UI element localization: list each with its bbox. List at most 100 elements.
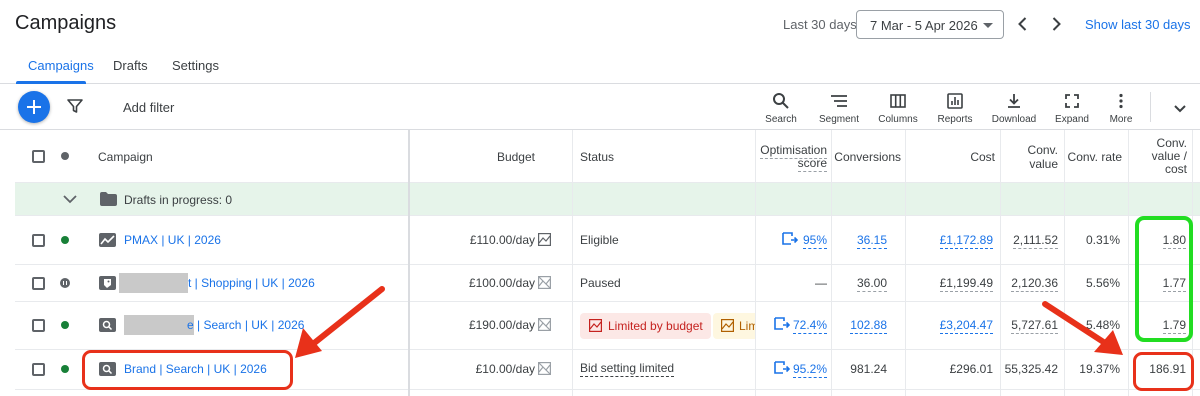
reports-icon — [947, 93, 963, 109]
budget-value: £190.00/day — [468, 318, 535, 332]
column-divider — [905, 130, 906, 396]
col-header-cvc-line2: value / — [1151, 149, 1187, 163]
column-divider — [572, 130, 573, 396]
add-campaign-button[interactable] — [18, 91, 50, 123]
row-checkbox[interactable] — [32, 234, 45, 247]
row-checkbox[interactable] — [32, 277, 45, 290]
page-title: Campaigns — [15, 12, 117, 34]
table-row: e | Search | UK | 2026 £190.00/day Limit… — [15, 302, 1200, 350]
budget-chart-icon[interactable] — [538, 233, 551, 246]
row-checkbox[interactable] — [32, 363, 45, 376]
limited-secondary-label: Lim — [739, 319, 756, 333]
status-dot-enabled — [61, 365, 69, 373]
tool-label: More — [1109, 114, 1133, 125]
add-filter-button[interactable]: Add filter — [123, 100, 174, 115]
tool-label: Segment — [818, 114, 860, 125]
tab-drafts[interactable]: Drafts — [113, 58, 148, 73]
col-header-budget[interactable]: Budget — [455, 150, 535, 164]
expand-icon — [1065, 94, 1079, 108]
pmax-icon — [99, 233, 116, 247]
folder-icon — [100, 192, 117, 206]
conv-value-text: 5,727.61 — [1011, 318, 1058, 334]
date-range-select[interactable]: 7 Mar - 5 Apr 2026 — [856, 10, 1004, 39]
optimisation-score[interactable]: 95% — [785, 233, 827, 249]
row-checkbox[interactable] — [32, 319, 45, 332]
tab-settings[interactable]: Settings — [172, 58, 219, 73]
red-highlight-box-campaign — [82, 350, 293, 390]
cost-value-text: £3,204.47 — [939, 318, 993, 334]
dropdown-caret-icon — [983, 23, 993, 28]
toolbar: Add filter Search Segment Columns Report… — [0, 84, 1200, 130]
col-header-conv-rate[interactable]: Conv. rate — [1065, 150, 1122, 164]
budget-value: £10.00/day — [475, 362, 535, 376]
column-divider — [1000, 130, 1001, 396]
status-dot-enabled — [61, 236, 69, 244]
table-header-row: Campaign Budget Status Optimisation scor… — [15, 130, 1200, 183]
limited-by-budget-badge[interactable]: Limited by budget — [580, 313, 711, 339]
tool-more[interactable]: More — [1091, 90, 1151, 126]
conversions-value-text: 102.88 — [850, 318, 887, 334]
status-dot-enabled — [61, 321, 69, 329]
chevron-down-icon[interactable] — [1172, 100, 1188, 116]
drafts-row[interactable]: Drafts in progress: 0 — [15, 183, 1200, 216]
campaign-name-link[interactable]: PMAX | UK | 2026 — [124, 233, 221, 247]
col-header-cvc-line1: Conv. — [1156, 136, 1187, 150]
cost-value-text: £1,172.89 — [939, 233, 993, 249]
table-row: t | Shopping | UK | 2026 £100.00/day Pau… — [15, 265, 1200, 302]
column-divider — [831, 130, 832, 396]
status-text: Eligible — [580, 233, 619, 247]
chevron-left-icon[interactable] — [1013, 14, 1033, 34]
status-dot-header — [61, 152, 69, 160]
tool-label: Columns — [878, 114, 918, 125]
status-text-value: Bid setting limited — [580, 361, 675, 377]
tool-search[interactable]: Search — [751, 90, 811, 126]
optimisation-score[interactable]: 72.4% — [785, 318, 827, 334]
optimisation-score-value: 72.4% — [792, 318, 827, 334]
col-header-cost[interactable]: Cost — [935, 150, 995, 164]
optimisation-score-value: 95% — [802, 233, 827, 249]
budget-chart-icon — [589, 319, 602, 332]
redacted-name — [119, 273, 188, 293]
columns-icon — [890, 94, 906, 108]
budget-chart-icon — [721, 319, 734, 332]
conversions-value[interactable]: 36.15 — [831, 233, 887, 249]
cost-value[interactable]: £1,172.89 — [915, 233, 993, 249]
tool-download[interactable]: Download — [984, 90, 1044, 126]
tool-segment[interactable]: Segment — [809, 90, 869, 126]
select-all-checkbox[interactable] — [32, 150, 45, 163]
table-row-partial — [15, 390, 1200, 396]
tool-columns[interactable]: Columns — [868, 90, 928, 126]
tab-campaigns[interactable]: Campaigns — [28, 58, 94, 73]
budget-chart-disabled-icon — [538, 276, 551, 289]
col-header-status[interactable]: Status — [580, 150, 614, 164]
col-header-campaign[interactable]: Campaign — [98, 150, 153, 164]
col-header-conversions[interactable]: Conversions — [831, 150, 901, 164]
chevron-down-icon[interactable] — [63, 194, 77, 204]
chevron-right-icon[interactable] — [1046, 14, 1066, 34]
column-divider — [1064, 130, 1065, 396]
campaign-name-link[interactable]: t | Shopping | UK | 2026 — [188, 276, 315, 290]
conv-value-text: 2,111.52 — [1013, 233, 1058, 249]
status-text[interactable]: Bid setting limited — [580, 361, 675, 377]
conversions-value[interactable]: 102.88 — [831, 318, 887, 334]
campaign-name-link[interactable]: e | Search | UK | 2026 — [187, 318, 304, 332]
show-last-30-days-link[interactable]: Show last 30 days — [1085, 17, 1191, 32]
green-highlight-box — [1135, 216, 1193, 342]
tool-reports[interactable]: Reports — [925, 90, 985, 126]
col-header-optimisation-line2: score — [797, 156, 827, 172]
col-header-conv-value[interactable]: Conv. value — [1008, 143, 1058, 171]
cost-value[interactable]: £3,204.47 — [915, 318, 993, 334]
budget-value: £110.00/day — [469, 233, 535, 247]
download-icon — [1008, 94, 1020, 108]
col-header-optimisation-score[interactable]: Optimisation score — [745, 143, 827, 172]
col-header-cvc-line3: cost — [1164, 162, 1187, 176]
column-divider — [1128, 130, 1129, 396]
optimisation-score[interactable]: 95.2% — [785, 362, 827, 378]
conv-rate: 5.56% — [1085, 276, 1120, 290]
limited-secondary-badge[interactable]: Lim — [713, 313, 756, 339]
filter-icon[interactable] — [66, 97, 84, 115]
col-header-conv-value-cost[interactable]: Conv. value / cost — [1133, 137, 1187, 176]
search-campaign-icon — [99, 318, 116, 332]
optimisation-score-value: 95.2% — [792, 362, 827, 378]
shopping-icon — [99, 276, 116, 290]
